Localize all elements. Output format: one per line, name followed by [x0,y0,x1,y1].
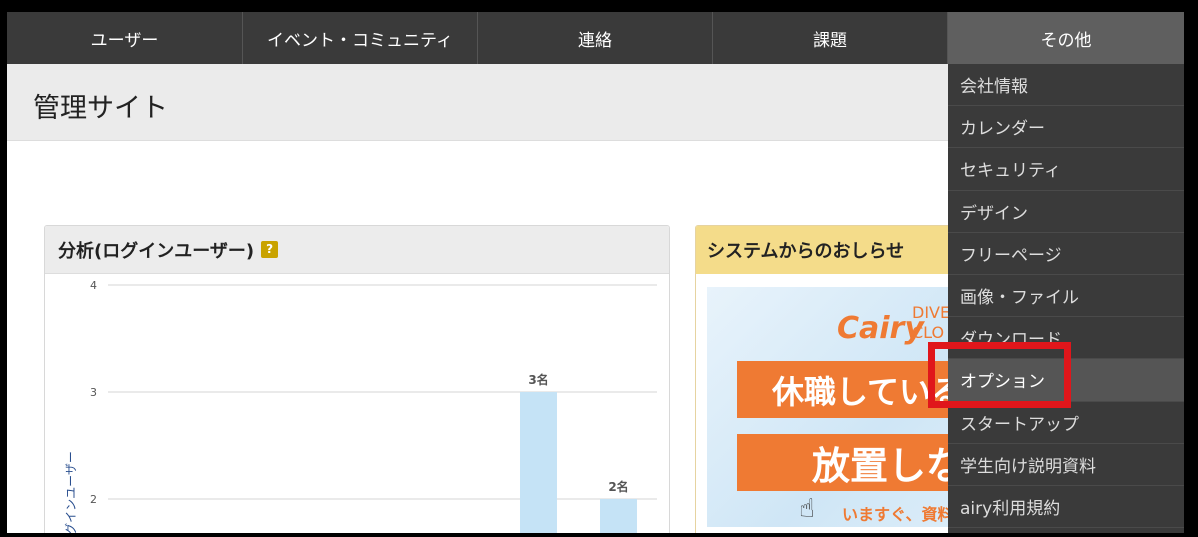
y-tick-label: 3 [90,386,97,399]
other-dropdown-menu: 会社情報 カレンダー セキュリティ デザイン フリーページ 画像・ファイル ダウ… [948,64,1184,533]
login-users-chart: 2 3 4 3名 2名 ログインユーザー [64,279,657,533]
menu-item-images-files[interactable]: 画像・ファイル [948,275,1184,318]
menu-item-security[interactable]: セキュリティ [948,148,1184,191]
banner-logo-sub: CLO [912,323,945,342]
bar [600,499,637,533]
nav-contact[interactable]: 連絡 [478,12,713,64]
banner-cta: いますぐ、資料 [842,505,954,524]
y-axis-label: ログインユーザー [64,451,78,533]
banner-logo-sub: DIVE [912,303,951,322]
y-tick-label: 4 [90,279,97,292]
nav-users[interactable]: ユーザー [7,12,243,64]
hand-pointer-icon: ☝ [799,494,815,524]
menu-item-student-materials[interactable]: 学生向け説明資料 [948,444,1184,486]
bar-data-label: 3名 [528,372,548,387]
page-title: 管理サイト [33,93,168,124]
notice-title: システムからのおしらせ [707,241,905,262]
menu-item-company-info[interactable]: 会社情報 [948,64,1184,107]
bar [520,392,557,533]
banner-logo: Cairy [837,311,924,346]
menu-item-terms[interactable]: airy利用規約 [948,486,1184,529]
help-icon[interactable]: ? [261,241,279,258]
analysis-panel: 分析(ログインユーザー) ? 2 3 4 3名 2名 ログインユーザー [44,225,670,533]
nav-tasks[interactable]: 課題 [713,12,948,64]
menu-item-calendar[interactable]: カレンダー [948,106,1184,149]
highlight-annotation [928,342,1071,408]
bar-data-label: 2名 [608,479,628,494]
top-nav: ユーザー イベント・コミュニティ 連絡 課題 その他 [7,12,1184,64]
analysis-title: 分析(ログインユーザー) [58,240,255,262]
menu-item-free-page[interactable]: フリーページ [948,233,1184,275]
y-tick-label: 2 [90,493,97,506]
menu-item-design[interactable]: デザイン [948,191,1184,233]
nav-other[interactable]: その他 [948,12,1184,64]
nav-events-community[interactable]: イベント・コミュニティ [243,12,478,64]
admin-page: ユーザー イベント・コミュニティ 連絡 課題 その他 管理サイト 分析(ログイン… [7,12,1184,533]
analysis-panel-header: 分析(ログインユーザー) ? [45,226,669,274]
